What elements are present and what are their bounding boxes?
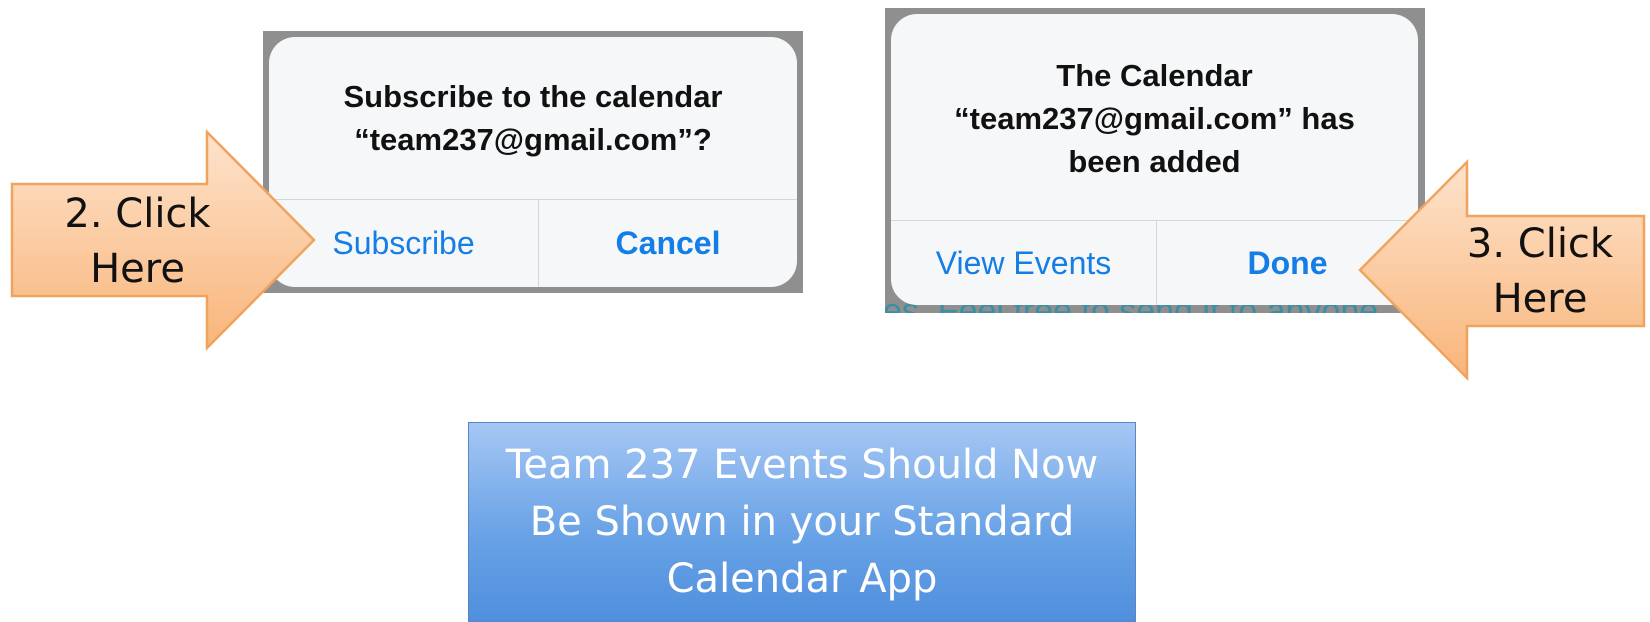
added-title-line-3: been added: [1068, 144, 1241, 179]
callout-left-label: 2. Click Here: [30, 186, 245, 298]
added-alert-title: The Calendar “team237@gmail.com” has bee…: [891, 54, 1418, 183]
subscribe-screenshot: Subscribe to the calendar “team237@gmail…: [263, 31, 803, 293]
callout-right-line-2: Here: [1492, 276, 1588, 322]
callout-right-label: 3. Click Here: [1440, 216, 1640, 328]
subscribe-title-line-2: “team237@gmail.com”?: [354, 122, 712, 157]
added-screenshot: es. Feel free to send it to anyone. The …: [885, 8, 1425, 313]
callout-left-line-1: 2. Click: [64, 191, 211, 237]
subscribe-alert: Subscribe to the calendar “team237@gmail…: [269, 37, 797, 287]
callout-right-line-1: 3. Click: [1466, 221, 1614, 267]
added-alert: The Calendar “team237@gmail.com” has bee…: [891, 14, 1418, 305]
subscribe-alert-title: Subscribe to the calendar “team237@gmail…: [269, 75, 797, 161]
subscribe-title-line-1: Subscribe to the calendar: [343, 79, 723, 114]
result-line-1: Team 237 Events Should Now: [505, 442, 1099, 488]
added-title-line-1: The Calendar: [1056, 58, 1253, 93]
result-line-3: Calendar App: [666, 556, 938, 602]
result-line-2: Be Shown in your Standard: [529, 499, 1075, 545]
added-title-line-2: “team237@gmail.com” has: [954, 101, 1355, 136]
callout-left-line-2: Here: [90, 246, 185, 292]
view-events-button[interactable]: View Events: [891, 221, 1156, 305]
cancel-button[interactable]: Cancel: [539, 200, 797, 287]
result-message-box: Team 237 Events Should Now Be Shown in y…: [468, 422, 1136, 622]
